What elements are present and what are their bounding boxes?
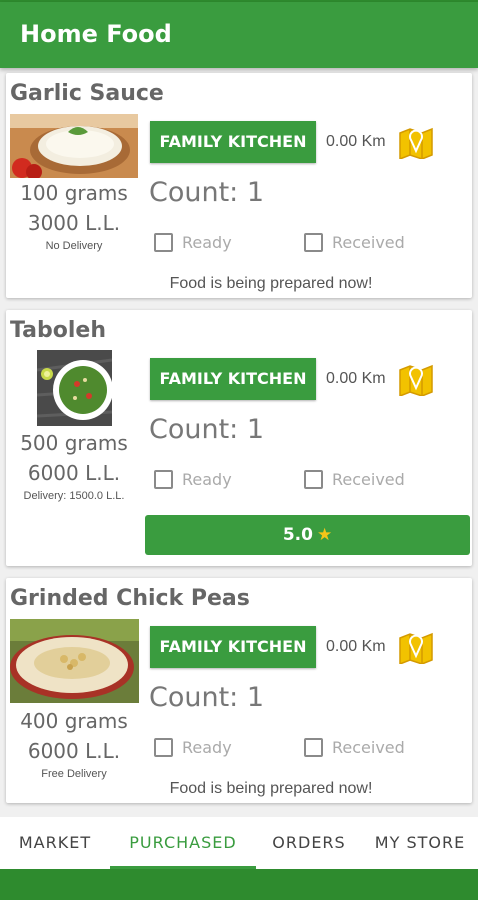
food-name: Grinded Chick Peas: [10, 586, 250, 611]
family-kitchen-button[interactable]: FAMILY KITCHEN: [150, 626, 316, 668]
tab-purchased[interactable]: PURCHASED: [110, 817, 256, 869]
app-title: Home Food: [20, 20, 172, 48]
checkbox-box[interactable]: [304, 738, 323, 757]
tab-bar: MARKET PURCHASED ORDERS MY STORE: [0, 817, 478, 869]
map-icon[interactable]: [398, 362, 434, 398]
status-text: Food is being prepared now!: [169, 275, 373, 292]
price: 6000 L.L.: [27, 461, 121, 485]
tab-orders[interactable]: ORDERS: [256, 817, 362, 869]
checkbox-box[interactable]: [304, 470, 323, 489]
checkbox-label: Received: [332, 233, 405, 252]
ready-checkbox[interactable]: Ready: [154, 233, 232, 252]
distance: 0.00 Km: [326, 370, 386, 387]
distance: 0.00 Km: [326, 638, 386, 655]
status-text: Food is being prepared now!: [169, 780, 373, 797]
delivery-info: Delivery: 1500.0 L.L.: [23, 490, 125, 502]
checkbox-label: Received: [332, 738, 405, 757]
hummus-photo: [10, 619, 139, 703]
ready-checkbox[interactable]: Ready: [154, 470, 232, 489]
order-card[interactable]: Taboleh 500 grams 6000 L.L. Delivery: 15…: [6, 310, 472, 566]
rating-value: 5.0: [282, 525, 313, 545]
count: Count: 1: [149, 177, 265, 208]
count: Count: 1: [149, 414, 265, 445]
garlic-sauce-photo: [10, 114, 138, 178]
family-kitchen-button[interactable]: FAMILY KITCHEN: [150, 121, 316, 163]
checkbox-box[interactable]: [304, 233, 323, 252]
star-icon: ★: [316, 525, 333, 545]
checkbox-box[interactable]: [154, 470, 173, 489]
checkbox-label: Ready: [182, 738, 232, 757]
map-icon[interactable]: [398, 630, 434, 666]
received-checkbox[interactable]: Received: [304, 738, 405, 757]
tab-my-store[interactable]: MY STORE: [362, 817, 478, 869]
checkbox-box[interactable]: [154, 233, 173, 252]
rating-button[interactable]: 5.0 ★: [145, 515, 470, 555]
price: 3000 L.L.: [27, 211, 121, 235]
app-bar: Home Food: [0, 2, 478, 68]
quantity: 400 grams: [20, 709, 128, 733]
quantity: 500 grams: [20, 431, 128, 455]
ready-checkbox[interactable]: Ready: [154, 738, 232, 757]
received-checkbox[interactable]: Received: [304, 233, 405, 252]
checkbox-label: Ready: [182, 470, 232, 489]
map-icon[interactable]: [398, 125, 434, 161]
quantity: 100 grams: [20, 181, 128, 205]
delivery-info: Free Delivery: [41, 768, 107, 780]
family-kitchen-button[interactable]: FAMILY KITCHEN: [150, 358, 316, 400]
checkbox-label: Ready: [182, 233, 232, 252]
count: Count: 1: [149, 682, 265, 713]
received-checkbox[interactable]: Received: [304, 470, 405, 489]
delivery-info: No Delivery: [45, 240, 103, 252]
checkbox-label: Received: [332, 470, 405, 489]
tab-market[interactable]: MARKET: [0, 817, 110, 869]
food-name: Garlic Sauce: [10, 81, 164, 106]
price: 6000 L.L.: [27, 739, 121, 763]
order-card[interactable]: Grinded Chick Peas 400 grams 6000 L.L. F…: [6, 578, 472, 803]
food-name: Taboleh: [10, 318, 107, 343]
taboleh-photo: [37, 350, 112, 426]
order-card[interactable]: Garlic Sauce 100 grams 3000 L.L. No Deli…: [6, 73, 472, 298]
distance: 0.00 Km: [326, 133, 386, 150]
checkbox-box[interactable]: [154, 738, 173, 757]
bottom-bar: [0, 869, 478, 900]
